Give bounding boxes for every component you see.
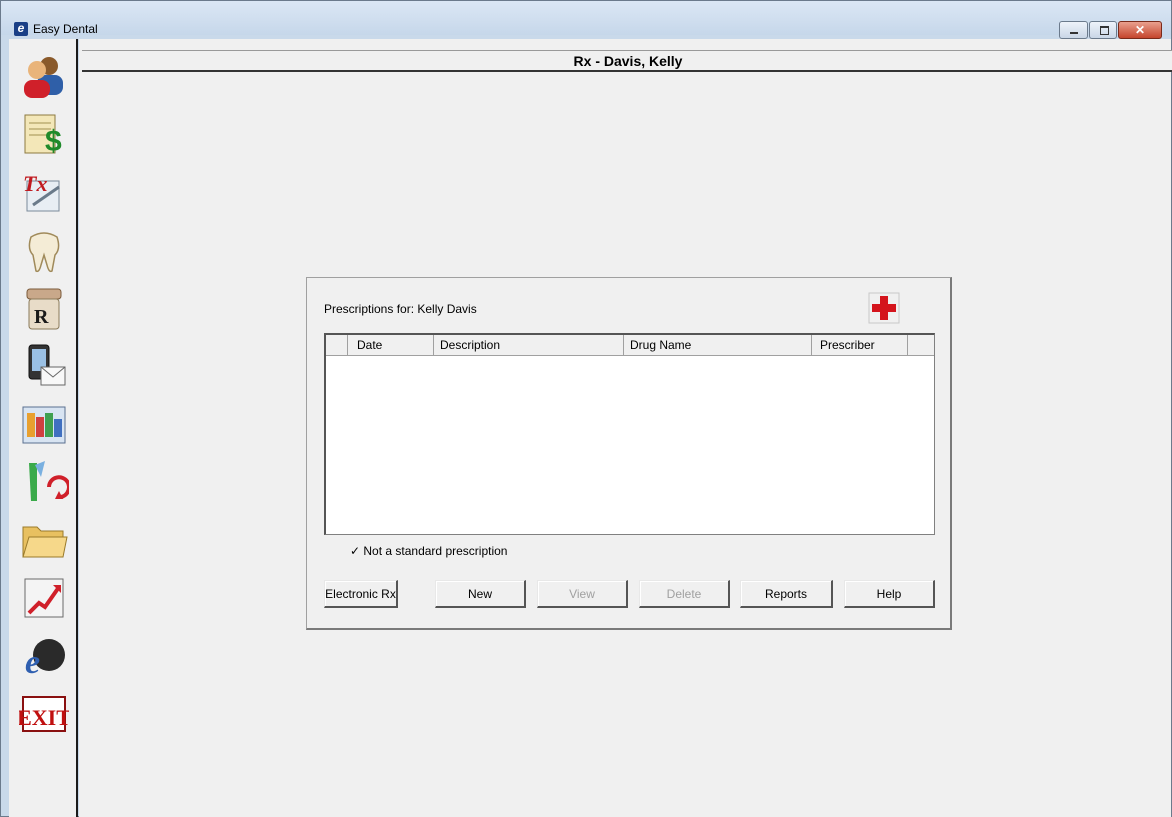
help-button[interactable]: Help [844, 580, 935, 608]
non-standard-legend: ✓ Not a standard prescription [350, 544, 508, 558]
family-icon [24, 57, 63, 98]
window-title: Easy Dental [33, 22, 98, 36]
analysis-icon [24, 578, 64, 618]
column-header-drug-name[interactable]: Drug Name [624, 335, 812, 355]
contact-manager-icon [28, 344, 66, 386]
treatment-planner-button[interactable]: Tx [19, 167, 69, 217]
column-header-selector [326, 335, 348, 355]
easy-dental-connect-icon: e [25, 639, 65, 681]
ledger-button[interactable]: $ [19, 109, 69, 159]
minimize-button[interactable] [1059, 21, 1088, 39]
maximize-button[interactable] [1089, 21, 1117, 39]
prescriptions-panel: Prescriptions for: Kelly Davis Date Desc… [306, 277, 952, 630]
app-window: e Easy Dental $ Tx [0, 0, 1172, 817]
column-header-prescriber[interactable]: Prescriber [812, 335, 908, 355]
perio-button[interactable] [19, 457, 69, 507]
module-sidebar: $ Tx R e EXIT [9, 39, 78, 817]
prescriptions-table[interactable]: Date Description Drug Name Prescriber [324, 333, 935, 535]
document-center-button[interactable] [19, 515, 69, 565]
appointment-book-icon [22, 406, 66, 444]
exit-icon: EXIT [19, 696, 69, 732]
title-bar[interactable]: e Easy Dental [1, 1, 1171, 39]
prescriptions-button[interactable]: R [19, 283, 69, 333]
prescription-bottle-icon: R [26, 288, 62, 330]
treatment-plan-icon: Tx [23, 171, 60, 212]
family-file-button[interactable] [19, 51, 69, 101]
prescriptions-for-label: Prescriptions for: Kelly Davis [324, 302, 477, 316]
electronic-rx-button[interactable]: Electronic Rx [324, 580, 398, 608]
perio-icon [29, 461, 69, 501]
svg-text:e: e [25, 644, 40, 681]
easy-dental-connect-button[interactable]: e [19, 631, 69, 681]
document-center-icon [22, 526, 68, 558]
appointment-book-button[interactable] [19, 399, 69, 449]
chart-button[interactable] [19, 225, 69, 275]
tooth-icon [28, 232, 60, 273]
table-header: Date Description Drug Name Prescriber [326, 335, 934, 356]
exit-label: EXIT [19, 705, 69, 730]
easy-dental-logo-icon: e [14, 22, 28, 36]
reports-button[interactable]: Reports [740, 580, 833, 608]
header-bar: Rx - Davis, Kelly [82, 50, 1172, 72]
new-button[interactable]: New [435, 580, 526, 608]
delete-button[interactable]: Delete [639, 580, 730, 608]
main-client-area: Rx - Davis, Kelly Prescriptions for: Kel… [79, 39, 1172, 817]
view-button[interactable]: View [537, 580, 628, 608]
page-title: Rx - Davis, Kelly [573, 53, 683, 69]
svg-text:Tx: Tx [23, 171, 47, 196]
exit-button[interactable]: EXIT [19, 689, 69, 739]
svg-text:R: R [34, 306, 49, 328]
svg-text:$: $ [45, 125, 62, 158]
column-header-description[interactable]: Description [434, 335, 624, 355]
contact-manager-button[interactable] [19, 341, 69, 391]
column-header-date[interactable]: Date [348, 335, 434, 355]
close-button[interactable] [1118, 21, 1162, 39]
ledger-icon: $ [24, 114, 62, 158]
analysis-button[interactable] [19, 573, 69, 623]
red-cross-icon[interactable] [868, 292, 900, 324]
